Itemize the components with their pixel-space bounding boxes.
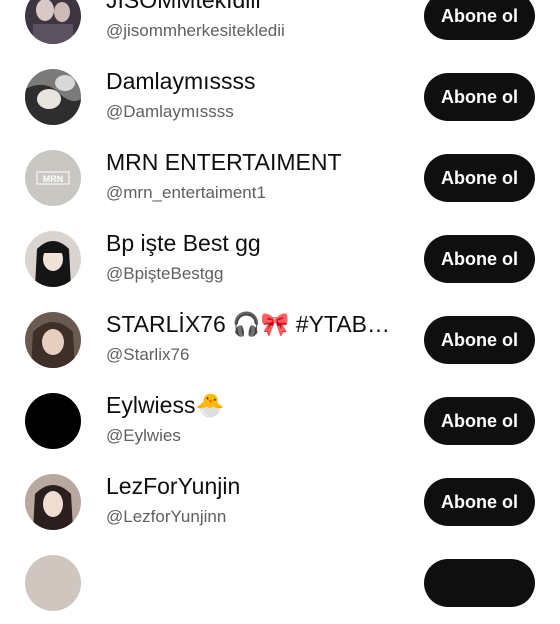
avatar[interactable] bbox=[25, 69, 81, 125]
list-item[interactable]: Eylwiess🐣 @Eylwies Abone ol bbox=[0, 381, 560, 462]
channel-handle: @jisommherkesitekledii bbox=[106, 21, 285, 40]
list-item[interactable] bbox=[0, 543, 560, 624]
channel-handle: @Starlix76 bbox=[106, 345, 190, 364]
list-item[interactable]: MRN MRN ENTERTAIMENT @mrn_entertaiment1 … bbox=[0, 138, 560, 219]
channel-list: JISOMMtekIdiii @jisommherkesitekledii Ab… bbox=[0, 0, 560, 611]
channel-name[interactable]: Bp işte Best gg bbox=[106, 228, 406, 258]
channel-name[interactable]: STARLİX76 🎧🎀 #YTAB… bbox=[106, 309, 406, 339]
subscribe-button[interactable]: Abone ol bbox=[424, 73, 535, 121]
avatar[interactable] bbox=[25, 231, 81, 287]
avatar[interactable]: MRN bbox=[25, 150, 81, 206]
list-item[interactable]: JISOMMtekIdiii @jisommherkesitekledii Ab… bbox=[0, 0, 560, 57]
channel-name[interactable]: JISOMMtekIdiii bbox=[106, 0, 406, 15]
channel-name[interactable]: MRN ENTERTAIMENT bbox=[106, 147, 406, 177]
avatar[interactable] bbox=[25, 312, 81, 368]
subscribe-button[interactable] bbox=[424, 559, 535, 607]
channel-handle: @mrn_entertaiment1 bbox=[106, 183, 266, 202]
channel-name[interactable]: Damlaymıssss bbox=[106, 66, 406, 96]
channel-handle: @LezforYunjinn bbox=[106, 507, 227, 526]
avatar[interactable] bbox=[25, 0, 81, 44]
channel-handle: @Damlaymıssss bbox=[106, 102, 234, 121]
avatar[interactable] bbox=[25, 393, 81, 449]
avatar-logo-text: MRN bbox=[43, 174, 64, 184]
subscribe-button[interactable]: Abone ol bbox=[424, 478, 535, 526]
subscribe-button[interactable]: Abone ol bbox=[424, 235, 535, 283]
channel-name[interactable]: LezForYunjin bbox=[106, 471, 406, 501]
subscribe-button[interactable]: Abone ol bbox=[424, 0, 535, 40]
channel-handle: @BpişteBestgg bbox=[106, 264, 224, 283]
subscribe-button[interactable]: Abone ol bbox=[424, 316, 535, 364]
subscribe-button[interactable]: Abone ol bbox=[424, 397, 535, 445]
avatar[interactable] bbox=[25, 555, 81, 611]
channel-handle: @Eylwies bbox=[106, 426, 181, 445]
avatar[interactable] bbox=[25, 474, 81, 530]
list-item[interactable]: Damlaymıssss @Damlaymıssss Abone ol bbox=[0, 57, 560, 138]
list-item[interactable]: STARLİX76 🎧🎀 #YTAB… @Starlix76 Abone ol bbox=[0, 300, 560, 381]
channel-name[interactable]: Eylwiess🐣 bbox=[106, 390, 406, 420]
list-item[interactable]: LezForYunjin @LezforYunjinn Abone ol bbox=[0, 462, 560, 543]
list-item[interactable]: Bp işte Best gg @BpişteBestgg Abone ol bbox=[0, 219, 560, 300]
subscribe-button[interactable]: Abone ol bbox=[424, 154, 535, 202]
